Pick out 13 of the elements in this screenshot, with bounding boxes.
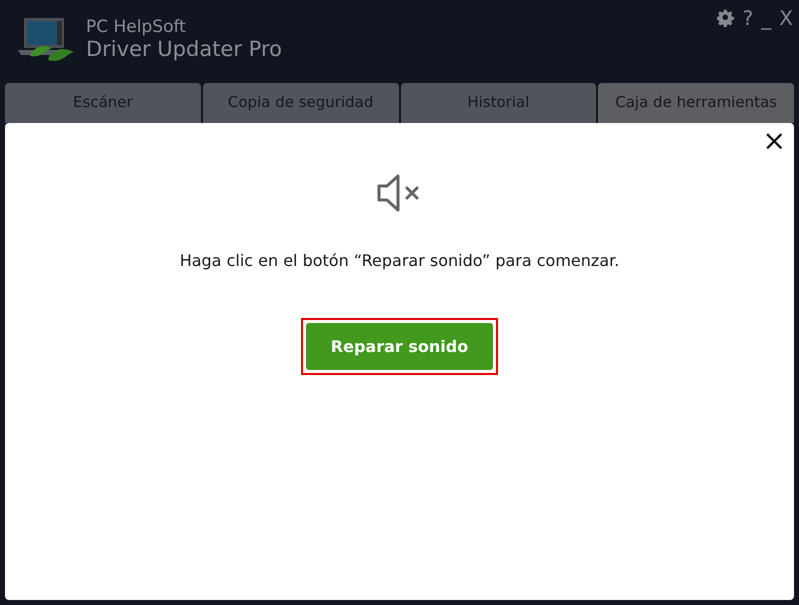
tab[interactable]: Escáner [5,83,201,123]
close-button[interactable]: × [760,127,788,155]
repair-sound-button[interactable]: Reparar sonido [306,323,493,370]
help-button[interactable]: ? [742,6,754,30]
settings-icon[interactable] [716,9,735,27]
tab[interactable]: Caja de herramientas [598,83,794,123]
tab[interactable]: Copia de seguridad [202,83,398,123]
close-button[interactable]: X [779,6,793,30]
vendor-name: PC HelpSoft [86,18,187,36]
instruction-text: Haga clic en el botón “Reparar sonido” para comenzar. [180,251,620,270]
product-name: Driver Updater Pro [86,36,282,62]
minimize-button[interactable]: _ [761,6,772,30]
tab[interactable]: Historial [400,83,596,123]
